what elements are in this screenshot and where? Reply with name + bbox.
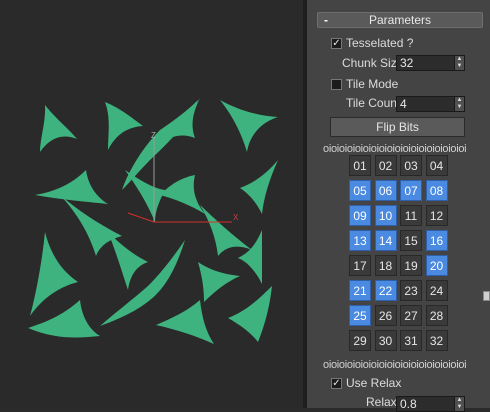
parameters-rollout-header[interactable]: - Parameters xyxy=(317,12,483,28)
use-relax-label: Use Relax xyxy=(346,376,402,390)
bit-toggle-29[interactable]: 29 xyxy=(349,330,371,351)
bit-toggle-02[interactable]: 02 xyxy=(374,155,397,176)
tile-mode-checkbox[interactable] xyxy=(331,79,342,90)
tile-shape xyxy=(228,286,272,342)
bit-toggle-10[interactable]: 10 xyxy=(374,205,397,226)
bit-toggle-28[interactable]: 28 xyxy=(425,305,448,326)
chunk-size-spinner[interactable]: 32 ▲ ▼ xyxy=(396,55,465,71)
bit-toggle-06[interactable]: 06 xyxy=(374,180,397,201)
bit-toggle-16[interactable]: 16 xyxy=(425,230,448,251)
tesselated-label: Tesselated ? xyxy=(346,36,414,50)
tile-mode-label: Tile Mode xyxy=(346,77,399,91)
bit-toggle-05[interactable]: 05 xyxy=(349,180,371,201)
panel-scroll-handle[interactable] xyxy=(483,291,490,301)
tile-shape xyxy=(220,100,278,152)
bit-toggle-01[interactable]: 01 xyxy=(349,155,371,176)
relax-label: Relax xyxy=(366,395,397,409)
bit-toggle-32[interactable]: 32 xyxy=(425,330,448,351)
use-relax-checkbox[interactable]: ✓ xyxy=(331,378,342,389)
tesselated-checkbox[interactable]: ✓ xyxy=(331,38,342,49)
bit-toggle-09[interactable]: 09 xyxy=(349,205,371,226)
bit-toggle-24[interactable]: 24 xyxy=(425,280,448,301)
bit-toggle-22[interactable]: 22 xyxy=(374,280,397,301)
rollout-title: Parameters xyxy=(368,13,432,27)
bit-toggle-04[interactable]: 04 xyxy=(425,155,448,176)
bit-toggle-20[interactable]: 20 xyxy=(425,255,448,276)
divider-pattern-bottom: oioioioioioioioioioioioioioioioioioi xyxy=(323,359,467,371)
parameters-panel: - Parameters ✓ Tesselated ? Chunk Size 3… xyxy=(307,0,490,412)
tile-count-label: Tile Count xyxy=(346,96,401,110)
tile-shape xyxy=(40,105,77,152)
bit-toggle-14[interactable]: 14 xyxy=(374,230,397,251)
spinner-arrows-icon[interactable]: ▲ ▼ xyxy=(454,56,464,70)
relax-spinner[interactable]: 0.8 ▲ ▼ xyxy=(396,396,465,412)
3d-viewport[interactable]: Z X xyxy=(0,0,303,408)
bit-toggle-18[interactable]: 18 xyxy=(374,255,397,276)
spinner-arrows-icon[interactable]: ▲ ▼ xyxy=(454,397,464,411)
y-axis-line xyxy=(127,212,155,223)
bit-toggle-12[interactable]: 12 xyxy=(425,205,448,226)
chunk-size-label: Chunk Size xyxy=(342,56,404,70)
tile-count-spinner[interactable]: 4 ▲ ▼ xyxy=(396,96,465,112)
bit-toggle-27[interactable]: 27 xyxy=(400,305,422,326)
x-axis-label: X xyxy=(233,213,239,222)
flip-bits-button[interactable]: Flip Bits xyxy=(330,117,465,137)
bit-toggle-13[interactable]: 13 xyxy=(349,230,371,251)
bit-toggle-08[interactable]: 08 xyxy=(425,180,448,201)
bit-toggle-11[interactable]: 11 xyxy=(400,205,422,226)
bit-toggle-07[interactable]: 07 xyxy=(400,180,422,201)
chunk-size-value[interactable]: 32 xyxy=(400,56,413,70)
tile-shape xyxy=(60,195,122,256)
bit-toggle-25[interactable]: 25 xyxy=(349,305,371,326)
z-axis-label: Z xyxy=(151,131,156,140)
tile-shape xyxy=(30,232,78,316)
collapse-icon[interactable]: - xyxy=(322,13,330,27)
tile-shape xyxy=(35,170,108,204)
tile-shape xyxy=(100,240,185,326)
divider-pattern-top: oioioioioioioioioioioioioioioioioioi xyxy=(323,143,467,155)
bit-toggle-17[interactable]: 17 xyxy=(349,255,371,276)
bit-toggle-03[interactable]: 03 xyxy=(400,155,422,176)
tile-shape xyxy=(240,160,278,214)
tile-shape xyxy=(108,232,148,290)
bit-toggle-26[interactable]: 26 xyxy=(374,305,397,326)
bit-toggle-31[interactable]: 31 xyxy=(400,330,422,351)
viewport-scene: Z X xyxy=(28,98,278,344)
tile-shape xyxy=(105,102,143,150)
tile-count-value[interactable]: 4 xyxy=(400,97,407,111)
tile-shape xyxy=(156,300,214,344)
bit-toggle-23[interactable]: 23 xyxy=(400,280,422,301)
tile-shape xyxy=(28,300,100,338)
bit-toggle-15[interactable]: 15 xyxy=(400,230,422,251)
tile-shape xyxy=(198,262,240,302)
bit-toggle-19[interactable]: 19 xyxy=(400,255,422,276)
spinner-arrows-icon[interactable]: ▲ ▼ xyxy=(454,97,464,111)
tile-shape xyxy=(160,175,205,214)
bit-toggle-30[interactable]: 30 xyxy=(374,330,397,351)
tile-shape xyxy=(238,230,262,284)
bit-toggle-21[interactable]: 21 xyxy=(349,280,371,301)
tile-shape xyxy=(200,205,252,256)
tile-shape xyxy=(122,100,198,190)
relax-value[interactable]: 0.8 xyxy=(400,397,417,411)
